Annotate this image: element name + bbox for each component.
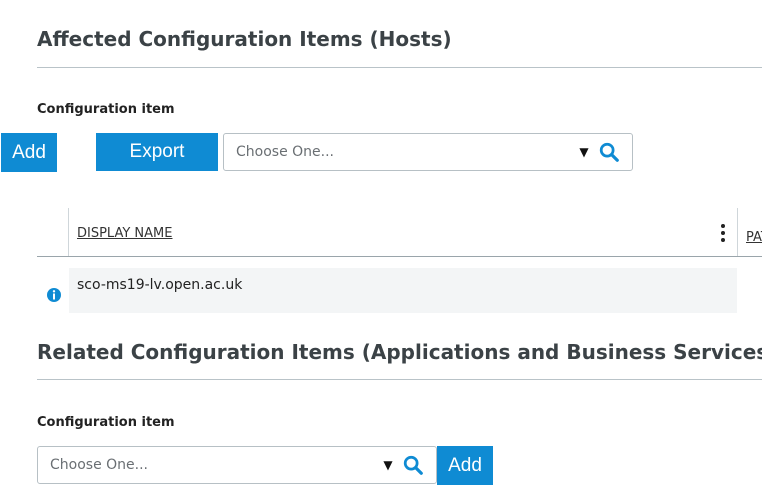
cell-display-name: sco-ms19-lv.open.ac.uk <box>77 277 243 293</box>
affected-section-title: Affected Configuration Items (Hosts) <box>37 27 452 51</box>
affected-add-button[interactable]: Add <box>1 133 57 172</box>
affected-configuration-item-input[interactable] <box>224 134 576 170</box>
related-add-button[interactable]: Add <box>437 446 493 485</box>
column-header-pat[interactable]: PAT <box>746 230 762 245</box>
affected-table-header: DISPLAY NAME PAT <box>37 208 762 256</box>
related-section-divider <box>37 379 762 380</box>
affected-field-label: Configuration item <box>37 102 175 117</box>
kebab-menu-icon[interactable] <box>719 223 727 243</box>
affected-section-divider <box>37 67 762 68</box>
search-icon[interactable] <box>598 141 620 163</box>
search-icon[interactable] <box>402 454 424 476</box>
affected-configuration-item-combobox[interactable]: ▼ <box>223 133 633 171</box>
column-separator <box>737 208 738 256</box>
column-separator <box>68 208 69 256</box>
export-button[interactable]: Export <box>96 133 218 171</box>
caret-down-icon[interactable]: ▼ <box>576 145 592 159</box>
related-configuration-item-input[interactable] <box>38 447 380 483</box>
caret-down-icon[interactable]: ▼ <box>380 458 396 472</box>
column-header-pat-clip: PAT <box>746 226 762 245</box>
related-section-title: Related Configuration Items (Application… <box>37 340 762 364</box>
info-icon[interactable] <box>46 287 62 303</box>
related-field-label: Configuration item <box>37 415 175 430</box>
table-header-underline <box>37 256 762 257</box>
column-header-display-name[interactable]: DISPLAY NAME <box>77 226 172 241</box>
table-row[interactable]: sco-ms19-lv.open.ac.uk <box>69 268 737 313</box>
related-configuration-item-combobox[interactable]: ▼ <box>37 446 437 484</box>
